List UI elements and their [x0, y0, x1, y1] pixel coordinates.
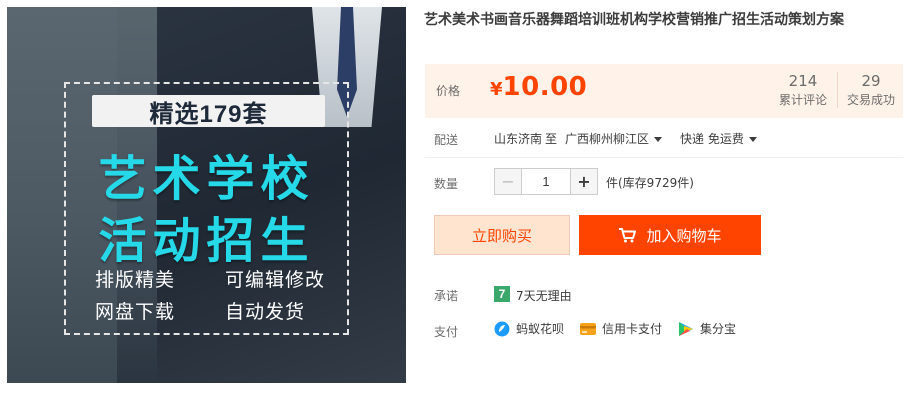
image-feature: 网盘下载: [95, 301, 176, 323]
add-to-cart-button[interactable]: 加入购物车: [579, 215, 761, 255]
payment-method-credit-card[interactable]: 信用卡支付: [580, 320, 662, 337]
quantity-label: 数量: [434, 177, 459, 191]
shopping-cart-icon: [619, 228, 637, 243]
stat-divider: [837, 72, 838, 108]
quantity-input[interactable]: [522, 168, 570, 195]
quantity-decrease-button[interactable]: −: [494, 168, 522, 195]
chevron-down-icon: [654, 137, 663, 142]
reviews-count: 214: [788, 72, 818, 90]
image-headline-line1: 艺术学校: [98, 151, 315, 207]
product-title: 艺术美术书画音乐器舞蹈培训班机构学校营销推广招生活动策划方案: [424, 12, 844, 28]
reviews-stat[interactable]: 214 累计评论: [770, 71, 836, 109]
add-to-cart-label: 加入购物车: [646, 226, 722, 245]
stock-text: 件(库存9729件): [606, 176, 694, 190]
price-label: 价格: [436, 84, 461, 98]
buy-now-label: 立即购买: [471, 226, 532, 245]
payment-method-name: 信用卡支付: [602, 322, 663, 336]
payment-method-name: 集分宝: [700, 322, 737, 336]
shipping-label: 配送: [434, 133, 459, 147]
image-feature: 可编辑修改: [225, 269, 326, 291]
shipping-destination: 广西柳州柳江区: [565, 132, 650, 146]
shipping-from: 山东济南: [494, 132, 543, 146]
seven-day-return-icon: 7: [494, 286, 510, 302]
payment-method-jifenbao[interactable]: 集分宝: [678, 320, 736, 337]
transactions-stat[interactable]: 29 交易成功: [843, 71, 899, 109]
payment-label: 支付: [434, 325, 459, 339]
price-panel: 价格 ¥10.00 214 累计评论 29 交易成功: [425, 64, 903, 118]
currency-symbol: ¥: [490, 79, 503, 100]
product-image[interactable]: 精选179套 艺术学校 活动招生 排版精美 可编辑修改 网盘下载 自动发货: [7, 7, 406, 383]
promise-label: 承诺: [434, 289, 459, 303]
buy-now-button[interactable]: 立即购买: [434, 215, 570, 255]
image-feature: 自动发货: [225, 301, 306, 323]
price-value: ¥10.00: [490, 72, 587, 102]
price-amount: 10.00: [502, 72, 588, 102]
payment-method-name: 蚂蚁花呗: [516, 322, 565, 336]
transactions-label: 交易成功: [846, 93, 895, 107]
image-feature: 排版精美: [95, 269, 176, 291]
shipping-to-word: 至: [545, 132, 558, 146]
huabei-icon: [494, 321, 510, 336]
credit-card-icon: [580, 322, 596, 335]
image-badge: 精选179套: [92, 95, 325, 128]
promise-text[interactable]: 7天无理由: [516, 287, 572, 304]
reviews-label: 累计评论: [778, 93, 827, 107]
image-badge-text: 精选179套: [149, 100, 268, 128]
quantity-stepper: − +: [494, 168, 598, 195]
jifenbao-icon: [679, 321, 693, 336]
shipping-method: 快递 免运费: [680, 132, 744, 146]
chevron-down-icon: [748, 137, 757, 142]
shipping-method-select[interactable]: 快递 免运费: [680, 130, 757, 147]
shipping-destination-select[interactable]: 广西柳州柳江区: [565, 130, 663, 147]
transactions-count: 29: [861, 72, 881, 90]
divider: [425, 157, 903, 158]
quantity-increase-button[interactable]: +: [570, 168, 598, 195]
payment-method-huabei[interactable]: 蚂蚁花呗: [494, 320, 564, 337]
image-headline-line2: 活动招生: [98, 213, 315, 269]
